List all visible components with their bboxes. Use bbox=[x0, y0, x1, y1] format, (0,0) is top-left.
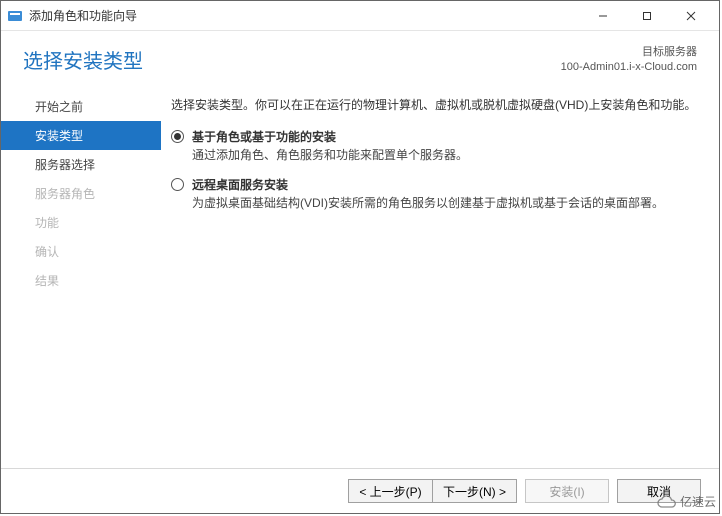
option-rds-title: 远程桌面服务安装 bbox=[192, 176, 697, 193]
radio-role-based[interactable] bbox=[171, 130, 184, 143]
option-role-based-title: 基于角色或基于功能的安装 bbox=[192, 128, 697, 145]
watermark-text: 亿速云 bbox=[680, 493, 716, 510]
cloud-icon bbox=[656, 495, 676, 509]
wizard-window: 添加角色和功能向导 选择安装类型 目标服务器 100-Admin01.i-x-C… bbox=[0, 0, 720, 514]
target-server-name: 100-Admin01.i-x-Cloud.com bbox=[561, 60, 697, 75]
wizard-footer: < 上一步(P) 下一步(N) > 安装(I) 取消 bbox=[1, 468, 719, 513]
wizard-body: 开始之前 安装类型 服务器选择 服务器角色 功能 确认 结果 选择安装类型。你可… bbox=[1, 88, 719, 468]
minimize-button[interactable] bbox=[581, 2, 625, 30]
sidebar-item-server-selection[interactable]: 服务器选择 bbox=[1, 150, 161, 179]
close-button[interactable] bbox=[669, 2, 713, 30]
wizard-main: 选择安装类型。你可以在正在运行的物理计算机、虚拟机或脱机虚拟硬盘(VHD)上安装… bbox=[161, 88, 719, 468]
window-title: 添加角色和功能向导 bbox=[29, 7, 581, 24]
sidebar-item-before-you-begin[interactable]: 开始之前 bbox=[1, 92, 161, 121]
option-role-based[interactable]: 基于角色或基于功能的安装 通过添加角色、角色服务和功能来配置单个服务器。 bbox=[171, 128, 697, 164]
sidebar-item-installation-type[interactable]: 安装类型 bbox=[1, 121, 161, 150]
sidebar-item-server-roles: 服务器角色 bbox=[1, 179, 161, 208]
titlebar: 添加角色和功能向导 bbox=[1, 1, 719, 31]
wizard-header: 选择安装类型 目标服务器 100-Admin01.i-x-Cloud.com bbox=[1, 31, 719, 88]
option-rds-labels: 远程桌面服务安装 为虚拟桌面基础结构(VDI)安装所需的角色服务以创建基于虚拟机… bbox=[192, 176, 697, 212]
target-server-info: 目标服务器 100-Admin01.i-x-Cloud.com bbox=[561, 45, 697, 76]
app-icon bbox=[7, 8, 23, 24]
previous-button[interactable]: < 上一步(P) bbox=[348, 479, 432, 503]
wizard-sidebar: 开始之前 安装类型 服务器选择 服务器角色 功能 确认 结果 bbox=[1, 88, 161, 468]
sidebar-item-results: 结果 bbox=[1, 266, 161, 295]
option-role-based-desc: 通过添加角色、角色服务和功能来配置单个服务器。 bbox=[192, 147, 697, 164]
next-button[interactable]: 下一步(N) > bbox=[432, 479, 517, 503]
intro-text: 选择安装类型。你可以在正在运行的物理计算机、虚拟机或脱机虚拟硬盘(VHD)上安装… bbox=[171, 96, 697, 114]
window-controls bbox=[581, 2, 713, 30]
page-title: 选择安装类型 bbox=[23, 45, 561, 74]
option-role-based-labels: 基于角色或基于功能的安装 通过添加角色、角色服务和功能来配置单个服务器。 bbox=[192, 128, 697, 164]
watermark: 亿速云 bbox=[656, 493, 716, 510]
option-rds-desc: 为虚拟桌面基础结构(VDI)安装所需的角色服务以创建基于虚拟机或基于会话的桌面部… bbox=[192, 195, 697, 212]
radio-rds[interactable] bbox=[171, 178, 184, 191]
maximize-button[interactable] bbox=[625, 2, 669, 30]
sidebar-item-confirmation: 确认 bbox=[1, 237, 161, 266]
install-button: 安装(I) bbox=[525, 479, 609, 503]
target-server-label: 目标服务器 bbox=[561, 45, 697, 60]
sidebar-item-features: 功能 bbox=[1, 208, 161, 237]
option-rds[interactable]: 远程桌面服务安装 为虚拟桌面基础结构(VDI)安装所需的角色服务以创建基于虚拟机… bbox=[171, 176, 697, 212]
nav-button-group: < 上一步(P) 下一步(N) > bbox=[348, 479, 517, 503]
